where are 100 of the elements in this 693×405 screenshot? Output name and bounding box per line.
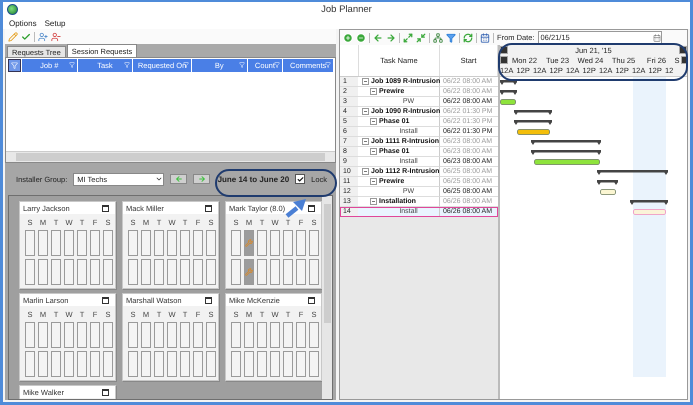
arrow-left-icon[interactable]	[373, 32, 383, 42]
day-slot[interactable]	[38, 259, 48, 285]
day-slot[interactable]	[90, 230, 100, 256]
summary-bar[interactable]	[630, 200, 668, 205]
day-slot[interactable]	[25, 230, 35, 256]
day-slot[interactable]	[103, 230, 113, 256]
day-slot[interactable]	[270, 230, 280, 256]
day-slot[interactable]	[38, 351, 48, 377]
add-icon[interactable]	[343, 32, 353, 42]
day-slot[interactable]	[206, 351, 216, 377]
day-slot[interactable]	[283, 351, 293, 377]
expand-icon[interactable]	[403, 32, 413, 42]
task-bar[interactable]	[500, 99, 516, 105]
day-slot[interactable]	[128, 351, 138, 377]
collapse-toggle-icon[interactable]	[370, 118, 377, 125]
day-slot[interactable]	[25, 259, 35, 285]
day-slot[interactable]	[38, 230, 48, 256]
previous-week-button[interactable]	[170, 174, 188, 184]
day-slot[interactable]	[231, 322, 241, 348]
menu-item[interactable]: Options	[9, 18, 37, 28]
day-slot[interactable]	[180, 230, 190, 256]
card-menu-icon[interactable]	[102, 204, 109, 212]
lock-checkbox[interactable]	[295, 174, 306, 184]
check-icon[interactable]	[21, 32, 31, 42]
day-slot[interactable]	[103, 259, 113, 285]
day-slot[interactable]	[154, 351, 164, 377]
day-slot[interactable]	[141, 322, 151, 348]
day-slot[interactable]	[128, 322, 138, 348]
summary-bar[interactable]	[514, 110, 552, 115]
day-slot[interactable]	[257, 230, 267, 256]
day-slot[interactable]	[51, 259, 61, 285]
day-slot[interactable]	[180, 322, 190, 348]
day-slot[interactable]	[257, 322, 267, 348]
day-slot[interactable]	[77, 322, 87, 348]
remove-icon[interactable]	[356, 32, 366, 42]
day-slot[interactable]	[206, 322, 216, 348]
calendar-icon[interactable]	[480, 32, 490, 42]
day-slot[interactable]	[64, 351, 74, 377]
day-slot[interactable]	[270, 322, 280, 348]
day-slot[interactable]	[257, 351, 267, 377]
card-menu-icon[interactable]	[308, 204, 315, 212]
day-slot[interactable]	[193, 259, 203, 285]
day-slot[interactable]	[296, 322, 306, 348]
day-slot[interactable]	[244, 322, 254, 348]
day-slot[interactable]	[141, 259, 151, 285]
collapse-toggle-icon[interactable]	[370, 88, 377, 95]
day-slot[interactable]	[193, 351, 203, 377]
card-menu-icon[interactable]	[308, 296, 315, 304]
day-slot[interactable]	[25, 351, 35, 377]
arrow-right-icon[interactable]	[386, 32, 396, 42]
day-slot[interactable]	[180, 351, 190, 377]
collapse-toggle-icon[interactable]	[362, 138, 369, 145]
summary-bar[interactable]	[531, 140, 601, 145]
hierarchy-icon[interactable]	[433, 32, 443, 42]
day-slot[interactable]	[309, 259, 319, 285]
filter-icon[interactable]	[446, 32, 456, 42]
day-slot[interactable]	[270, 351, 280, 377]
person-remove-icon[interactable]	[51, 32, 61, 42]
summary-bar[interactable]	[597, 180, 618, 185]
refresh-icon[interactable]	[463, 32, 473, 42]
day-slot[interactable]	[167, 351, 177, 377]
day-slot[interactable]	[309, 322, 319, 348]
card-menu-icon[interactable]	[205, 204, 212, 212]
day-slot[interactable]	[283, 230, 293, 256]
day-slot[interactable]	[64, 322, 74, 348]
day-slot[interactable]	[154, 230, 164, 256]
day-slot[interactable]	[154, 259, 164, 285]
day-slot[interactable]	[64, 259, 74, 285]
day-slot[interactable]	[141, 351, 151, 377]
day-slot[interactable]	[103, 351, 113, 377]
day-slot[interactable]	[167, 322, 177, 348]
day-slot[interactable]	[77, 259, 87, 285]
day-slot[interactable]	[51, 322, 61, 348]
day-slot[interactable]	[193, 230, 203, 256]
collapse-icon[interactable]	[416, 32, 426, 42]
day-slot[interactable]	[167, 259, 177, 285]
day-slot[interactable]	[103, 322, 113, 348]
day-slot[interactable]	[296, 351, 306, 377]
card-menu-icon[interactable]	[102, 296, 109, 304]
collapse-toggle-icon[interactable]	[362, 78, 369, 85]
day-slot[interactable]	[90, 322, 100, 348]
summary-bar[interactable]	[531, 150, 601, 155]
day-slot[interactable]	[231, 351, 241, 377]
summary-bar[interactable]	[597, 170, 668, 175]
collapse-toggle-icon[interactable]	[370, 198, 377, 205]
task-bar[interactable]	[517, 129, 550, 135]
card-menu-icon[interactable]	[205, 296, 212, 304]
card-menu-icon[interactable]	[102, 388, 109, 396]
day-slot[interactable]	[283, 259, 293, 285]
day-slot[interactable]	[51, 230, 61, 256]
day-slot[interactable]	[90, 259, 100, 285]
column-chooser-icon[interactable]	[8, 59, 21, 72]
horizontal-scrollbar[interactable]	[6, 151, 335, 162]
person-add-icon[interactable]	[38, 32, 48, 42]
next-week-button[interactable]	[193, 174, 210, 184]
summary-bar[interactable]	[514, 120, 552, 125]
task-bar[interactable]	[600, 189, 616, 195]
day-slot[interactable]	[167, 230, 177, 256]
summary-bar[interactable]	[500, 90, 517, 95]
day-slot[interactable]	[90, 351, 100, 377]
